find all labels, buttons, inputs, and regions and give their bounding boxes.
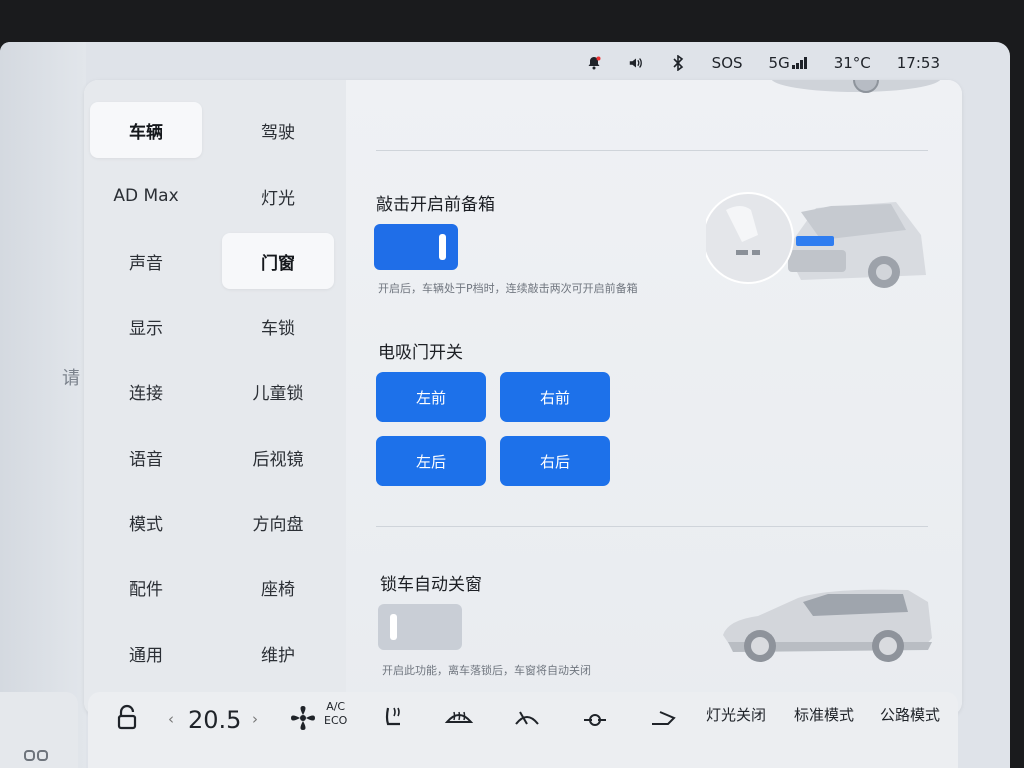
signal-icon — [791, 57, 807, 69]
clock: 17:53 — [896, 54, 940, 72]
nav-item-maintenance[interactable]: 维护 — [222, 625, 334, 681]
frunk-knock-title: 敲击开启前备箱 — [376, 195, 495, 215]
settings-panel: 车辆 驾驶 AD Max 灯光 声音 门窗 显示 车锁 连接 儿童锁 语音 后视… — [84, 80, 962, 716]
nav-item-general[interactable]: 通用 — [90, 625, 202, 681]
standard-mode-button[interactable]: 标准模式 — [794, 704, 854, 725]
auto-window-close-hint: 开启此功能，离车落锁后，车窗将自动关闭 — [382, 664, 591, 677]
left-strip — [0, 42, 86, 768]
wiper-button[interactable] — [512, 704, 542, 732]
toggle-knob — [439, 234, 446, 260]
soft-close-rear-left-button[interactable]: 左后 — [376, 436, 486, 486]
nav-item-accessories[interactable]: 配件 — [90, 559, 202, 615]
nav-item-voice[interactable]: 语音 — [90, 429, 202, 485]
frunk-knock-illustration — [706, 192, 926, 288]
network-indicator: 5G — [769, 54, 808, 72]
nav-item-modes[interactable]: 模式 — [90, 494, 202, 550]
charge-port-icon — [584, 714, 606, 726]
soft-close-rear-right-button[interactable]: 右后 — [500, 436, 610, 486]
network-label: 5G — [768, 54, 790, 72]
nav-item-driving[interactable]: 驾驶 — [222, 102, 334, 158]
wiper-icon — [515, 711, 539, 725]
auto-window-close-title: 锁车自动关窗 — [380, 575, 482, 595]
nav-item-lights[interactable]: 灯光 — [222, 168, 334, 224]
nav-item-sound[interactable]: 声音 — [90, 233, 202, 289]
lights-off-button[interactable]: 灯光关闭 — [706, 704, 766, 725]
auto-window-close-toggle[interactable] — [378, 604, 462, 650]
climate-dock: ‹ 20.5 › A/C ECO 灯光关闭 标准模式 公路模式 — [88, 692, 958, 768]
road-mode-button[interactable]: 公路模式 — [880, 704, 940, 725]
settings-content: 敲击开启前备箱 开启后，车辆处于P档时，连续敲击两次可开启前备箱 电吸门开关 左… — [346, 80, 962, 716]
settings-nav: 车辆 驾驶 AD Max 灯光 声音 门窗 显示 车锁 连接 儿童锁 语音 后视… — [84, 80, 346, 716]
nav-item-child-lock[interactable]: 儿童锁 — [222, 363, 334, 419]
nav-item-locks[interactable]: 车锁 — [222, 298, 334, 354]
soft-close-front-right-button[interactable]: 右前 — [500, 372, 610, 422]
seat-heat-icon — [385, 707, 400, 726]
bell-muted-icon[interactable] — [586, 55, 602, 71]
left-hint-text: 请 — [62, 368, 80, 389]
frunk-knock-hint: 开启后，车辆处于P档时，连续敲击两次可开启前备箱 — [378, 282, 638, 295]
fan-icon — [291, 706, 315, 730]
temp-decrease-button[interactable]: ‹ — [168, 710, 174, 728]
trunk-icon — [652, 711, 676, 725]
defrost-button[interactable] — [444, 704, 474, 732]
lock-icon[interactable] — [116, 704, 140, 730]
divider — [376, 150, 928, 151]
app-launcher-button[interactable] — [0, 692, 78, 768]
toggle-knob — [390, 614, 397, 640]
defrost-icon — [444, 711, 474, 723]
fan-button[interactable] — [288, 704, 318, 732]
nav-item-vehicle[interactable]: 车辆 — [90, 102, 202, 158]
frunk-knock-toggle[interactable] — [374, 224, 458, 270]
grid-icon — [24, 750, 48, 761]
charge-port-button[interactable] — [580, 704, 610, 732]
ac-label: A/C — [326, 700, 346, 713]
nav-item-mirrors[interactable]: 后视镜 — [222, 429, 334, 485]
nav-item-ad-max[interactable]: AD Max — [90, 168, 202, 224]
car-top-preview-image — [771, 80, 941, 93]
car-screen: 请 SOS 5G 31°C 17:53 车辆 驾驶 AD Max 灯光 声音 门… — [0, 42, 1010, 768]
nav-item-connect[interactable]: 连接 — [90, 363, 202, 419]
soft-close-front-left-button[interactable]: 左前 — [376, 372, 486, 422]
sos-button[interactable]: SOS — [712, 54, 743, 72]
soft-close-title: 电吸门开关 — [378, 343, 463, 363]
nav-item-steering-wheel[interactable]: 方向盘 — [222, 494, 334, 550]
temp-increase-button[interactable]: › — [252, 710, 258, 728]
ac-eco-button[interactable]: A/C ECO — [324, 700, 347, 728]
bluetooth-icon[interactable] — [670, 55, 686, 71]
nav-item-seats[interactable]: 座椅 — [222, 559, 334, 615]
cabin-temperature: 20.5 — [188, 706, 242, 734]
status-bar: SOS 5G 31°C 17:53 — [586, 48, 940, 78]
eco-label: ECO — [324, 714, 348, 727]
nav-item-display[interactable]: 显示 — [90, 298, 202, 354]
outside-temperature: 31°C — [833, 54, 871, 72]
nav-item-doors-windows[interactable]: 门窗 — [222, 233, 334, 289]
car-side-illustration — [723, 589, 932, 662]
divider — [376, 526, 928, 527]
seat-heat-button[interactable] — [380, 704, 406, 732]
trunk-button[interactable] — [648, 704, 678, 732]
volume-icon[interactable] — [628, 55, 644, 71]
